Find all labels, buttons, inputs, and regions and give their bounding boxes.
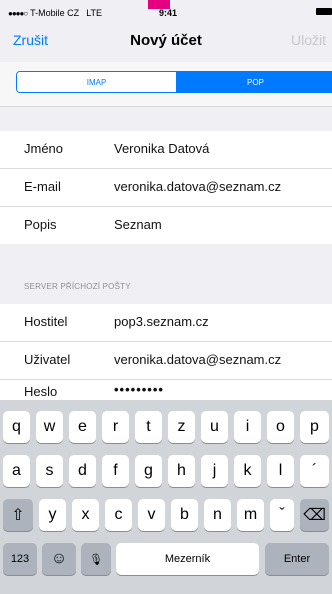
account-type-segmented-control: IMAP POP	[16, 71, 332, 93]
name-label: Jméno	[24, 141, 64, 156]
keyboard: q w e r t z u i o p a s d f g h j k l ´ …	[0, 400, 332, 594]
shift-key-icon[interactable]: ⇧	[3, 499, 33, 531]
name-row[interactable]: Jméno Veronika Datová	[0, 131, 332, 169]
key-j[interactable]: j	[201, 455, 228, 487]
key-h[interactable]: h	[168, 455, 195, 487]
key-b[interactable]: b	[171, 499, 198, 531]
key-z[interactable]: z	[168, 411, 195, 443]
key-k[interactable]: k	[234, 455, 261, 487]
key-u[interactable]: u	[201, 411, 228, 443]
incoming-server-header: SERVER PŘÍCHOZÍ POŠTY	[24, 282, 131, 291]
key-m[interactable]: m	[237, 499, 264, 531]
password-field[interactable]: •••••••••	[114, 382, 164, 397]
key-n[interactable]: n	[204, 499, 231, 531]
key-y[interactable]: y	[39, 499, 66, 531]
key-i[interactable]: i	[234, 411, 261, 443]
key-a[interactable]: a	[3, 455, 30, 487]
email-label: E-mail	[24, 179, 61, 194]
key-acute[interactable]: ´	[300, 455, 329, 487]
username-label: Uživatel	[24, 352, 71, 367]
segment-imap[interactable]: IMAP	[17, 72, 176, 92]
key-w[interactable]: w	[36, 411, 63, 443]
key-caron[interactable]: ˇ	[270, 499, 294, 531]
battery-icon	[316, 8, 332, 15]
key-v[interactable]: v	[138, 499, 165, 531]
email-field[interactable]: veronika.datova@seznam.cz	[114, 179, 281, 194]
mic-key-icon[interactable]: 🎙	[81, 543, 111, 575]
description-field[interactable]: Seznam	[114, 217, 162, 232]
clock: 9:41	[158, 8, 177, 18]
name-field[interactable]: Veronika Datová	[114, 141, 209, 156]
username-field[interactable]: veronika.datova@seznam.cz	[114, 352, 281, 367]
delete-key-icon[interactable]: ⌫	[300, 499, 329, 531]
key-x[interactable]: x	[72, 499, 99, 531]
key-p[interactable]: p	[300, 411, 329, 443]
host-field[interactable]: pop3.seznam.cz	[114, 314, 209, 329]
page-title: Nový účet	[130, 32, 202, 49]
emoji-key-icon[interactable]: ☺	[42, 543, 76, 575]
host-row[interactable]: Hostitel pop3.seznam.cz	[0, 304, 332, 342]
key-l[interactable]: l	[267, 455, 294, 487]
key-d[interactable]: d	[69, 455, 96, 487]
segment-pop[interactable]: POP	[176, 72, 332, 92]
key-c[interactable]: c	[105, 499, 132, 531]
space-key[interactable]: Mezerník	[116, 543, 259, 575]
password-label: Heslo	[24, 384, 58, 399]
account-type-bar: IMAP POP	[0, 62, 332, 107]
save-button[interactable]: Uložit	[291, 32, 326, 48]
key-e[interactable]: e	[69, 411, 96, 443]
description-label: Popis	[24, 217, 57, 232]
navigation-bar: Zrušit Nový účet Uložit	[0, 22, 332, 62]
enter-key[interactable]: Enter	[265, 543, 329, 575]
key-r[interactable]: r	[102, 411, 129, 443]
host-label: Hostitel	[24, 314, 68, 329]
key-s[interactable]: s	[36, 455, 63, 487]
key-f[interactable]: f	[102, 455, 129, 487]
key-o[interactable]: o	[267, 411, 294, 443]
key-t[interactable]: t	[135, 411, 162, 443]
key-g[interactable]: g	[135, 455, 162, 487]
numbers-key[interactable]: 123	[3, 543, 37, 575]
email-row[interactable]: E-mail veronika.datova@seznam.cz	[0, 169, 332, 207]
description-row[interactable]: Popis Seznam	[0, 207, 332, 244]
username-row[interactable]: Uživatel veronika.datova@seznam.cz	[0, 342, 332, 380]
status-bar: ●●●●○ T-Mobile CZ LTE 9:41	[0, 0, 332, 22]
account-details-group: Jméno Veronika Datová E-mail veronika.da…	[0, 131, 332, 244]
key-q[interactable]: q	[3, 411, 30, 443]
